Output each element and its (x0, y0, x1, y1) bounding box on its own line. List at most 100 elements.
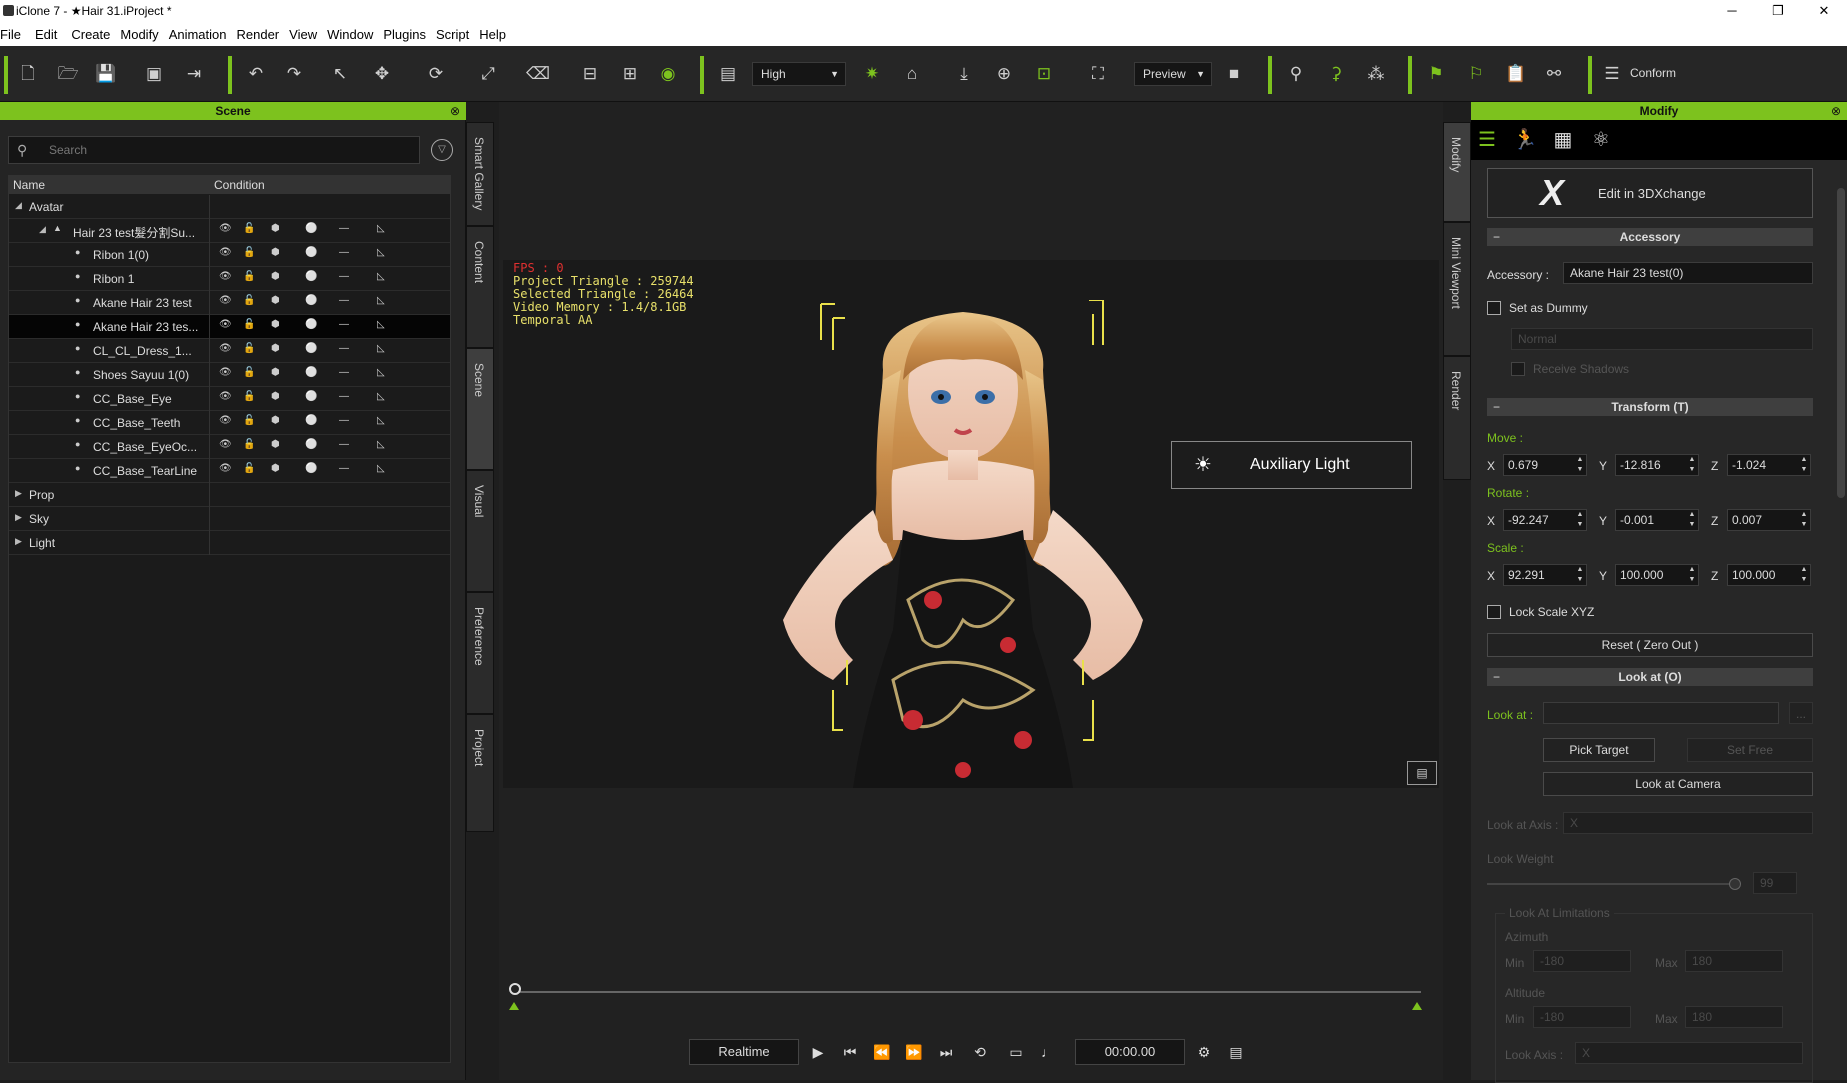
tab-modify[interactable]: Modify (1443, 122, 1471, 222)
look-axis-select[interactable]: X (1575, 1042, 1803, 1064)
move-x-field[interactable]: 0.679 ▲ ▼ (1503, 454, 1587, 476)
menu-modify[interactable]: Modify (120, 27, 166, 42)
transform-section-header[interactable]: − Transform (T) (1487, 398, 1813, 416)
menu-plugins[interactable]: Plugins (383, 27, 434, 42)
visibility-eye-icon[interactable]: 👁 (219, 223, 232, 234)
look-weight-slider[interactable] (1487, 883, 1729, 885)
cube-icon[interactable]: ⬢ (271, 415, 280, 426)
accessory-section-header[interactable]: − Accessory (1487, 228, 1813, 246)
lock-icon[interactable]: 🔓 (243, 415, 255, 426)
tab-visual[interactable]: Visual (466, 470, 494, 592)
visibility-eye-icon[interactable]: 👁 (219, 463, 232, 474)
timeline-track[interactable] (513, 991, 1421, 993)
material-icon[interactable]: ◺ (377, 391, 385, 402)
visibility-eye-icon[interactable]: 👁 (219, 295, 232, 306)
column-name[interactable]: Name (13, 178, 45, 192)
render-mode-select[interactable]: Normal (1511, 328, 1813, 350)
edit-in-3dxchange-button[interactable]: X Edit in 3DXchange (1487, 168, 1813, 218)
material-icon[interactable]: ◺ (377, 223, 385, 234)
shadow-icon[interactable]: ⚪ (305, 391, 317, 402)
set-free-button[interactable]: Set Free (1687, 738, 1813, 762)
frame-icon[interactable]: ⛶ (1086, 62, 1110, 86)
scrollbar[interactable] (1837, 188, 1845, 498)
clipboard-icon[interactable]: 📋 (1504, 62, 1528, 86)
scale-icon[interactable]: ⤢ (476, 62, 500, 86)
scale-x-field[interactable]: 92.291 ▲ ▼ (1503, 564, 1587, 586)
receive-shadows-checkbox[interactable] (1511, 362, 1525, 376)
sliders-icon[interactable]: ☰ (1471, 124, 1503, 156)
scale-y-field[interactable]: 100.000 ▲ ▼ (1615, 564, 1699, 586)
lock-icon[interactable]: 🔓 (243, 367, 255, 378)
quality-select[interactable]: High ▼ (752, 62, 846, 86)
cube-icon[interactable]: ⬢ (271, 247, 280, 258)
open-folder-icon[interactable]: 🗁 (56, 62, 80, 86)
lock-icon[interactable]: 🔓 (243, 295, 255, 306)
light-sun-icon[interactable]: ✷ (860, 62, 884, 86)
comment-icon[interactable]: ▤ (1407, 761, 1437, 785)
table-row[interactable]: ● CL_CL_Dress_1... 👁 🔓 ⬢ ⚪ — ◺ (9, 339, 450, 363)
table-row[interactable]: ● Shoes Sayuu 1(0) 👁 🔓 ⬢ ⚪ — ◺ (9, 363, 450, 387)
eraser-icon[interactable]: ⌫ (526, 62, 550, 86)
move-z-field[interactable]: -1.024 ▲ ▼ (1727, 454, 1811, 476)
lock-icon[interactable]: 🔓 (243, 319, 255, 330)
preview-select[interactable]: Preview ▼ (1134, 62, 1212, 86)
tree-category-row[interactable]: ◢ Avatar (9, 195, 450, 219)
tree-category-row[interactable]: ▶ Prop (9, 483, 450, 507)
tab-render[interactable]: Render (1443, 356, 1471, 480)
menu-render[interactable]: Render (237, 27, 288, 42)
material-icon[interactable]: ◺ (377, 343, 385, 354)
link-icon[interactable]: ⚯ (1542, 62, 1566, 86)
close-icon[interactable]: ⊗ (1831, 102, 1841, 120)
tab-smart-gallery[interactable]: Smart Gallery (466, 122, 494, 226)
look-at-camera-button[interactable]: Look at Camera (1543, 772, 1813, 796)
expand-icon[interactable]: ▶ (15, 512, 22, 523)
spring-icon[interactable]: ⚳ (1324, 62, 1348, 86)
menu-edit[interactable]: Edit (35, 27, 65, 42)
filter-dropdown-icon[interactable]: ▽ (431, 139, 453, 161)
new-file-icon[interactable]: 🗋 (16, 62, 40, 86)
lock-icon[interactable]: 🔓 (243, 343, 255, 354)
tab-scene[interactable]: Scene (466, 348, 494, 470)
lock-icon[interactable]: 🔓 (243, 271, 255, 282)
lock-icon[interactable]: 🔓 (243, 223, 255, 234)
look-weight-slider-handle[interactable] (1729, 878, 1741, 890)
cube-icon[interactable]: ⬢ (271, 343, 280, 354)
shadow-icon[interactable]: ⚪ (305, 295, 317, 306)
shadow-icon[interactable]: ⚪ (305, 415, 317, 426)
browse-target-button[interactable]: ... (1789, 702, 1813, 724)
character-model[interactable] (733, 300, 1193, 788)
undo-icon[interactable]: ↶ (244, 62, 268, 86)
reset-zero-out-button[interactable]: Reset ( Zero Out ) (1487, 633, 1813, 657)
material-icon[interactable]: ◺ (377, 271, 385, 282)
shadow-icon[interactable]: ⚪ (305, 343, 317, 354)
drop-to-floor-icon[interactable]: ⤓ (952, 62, 976, 86)
dash-icon[interactable]: — (339, 295, 349, 306)
visibility-eye-icon[interactable]: 👁 (219, 343, 232, 354)
visibility-eye-icon[interactable]: 👁 (219, 439, 232, 450)
cube-icon[interactable]: ⬢ (271, 223, 280, 234)
visibility-eye-icon[interactable]: 👁 (219, 415, 232, 426)
visibility-eye-icon[interactable]: 👁 (219, 367, 232, 378)
playback-mode-select[interactable]: Realtime (689, 1039, 799, 1065)
close-button[interactable]: ✕ (1801, 0, 1847, 22)
table-row[interactable]: ● CC_Base_EyeOc... 👁 🔓 ⬢ ⚪ — ◺ (9, 435, 450, 459)
tab-content[interactable]: Content (466, 226, 494, 348)
close-icon[interactable]: ⊗ (450, 102, 460, 120)
table-row[interactable]: ● Ribon 1(0) 👁 🔓 ⬢ ⚪ — ◺ (9, 243, 450, 267)
shadow-icon[interactable]: ⚪ (305, 439, 317, 450)
tree-category-row[interactable]: ▶ Sky (9, 507, 450, 531)
menu-script[interactable]: Script (436, 27, 477, 42)
distribute-icon[interactable]: ⊞ (618, 62, 642, 86)
select-arrow-icon[interactable]: ↖ (328, 62, 352, 86)
table-row[interactable]: ● CC_Base_Eye 👁 🔓 ⬢ ⚪ — ◺ (9, 387, 450, 411)
material-icon[interactable]: ◺ (377, 319, 385, 330)
subtitle-icon[interactable]: ▭ (1003, 1039, 1029, 1065)
cube-icon[interactable]: ⬢ (271, 439, 280, 450)
timeline-start-marker[interactable] (509, 1002, 519, 1010)
skip-start-icon[interactable]: ⏮ (837, 1039, 863, 1065)
rotate-z-field[interactable]: 0.007 ▲ ▼ (1727, 509, 1811, 531)
material-icon[interactable]: ◺ (377, 439, 385, 450)
conform-icon[interactable]: ☰ (1600, 62, 1624, 86)
shadow-icon[interactable]: ⚪ (305, 247, 317, 258)
dash-icon[interactable]: — (339, 247, 349, 258)
